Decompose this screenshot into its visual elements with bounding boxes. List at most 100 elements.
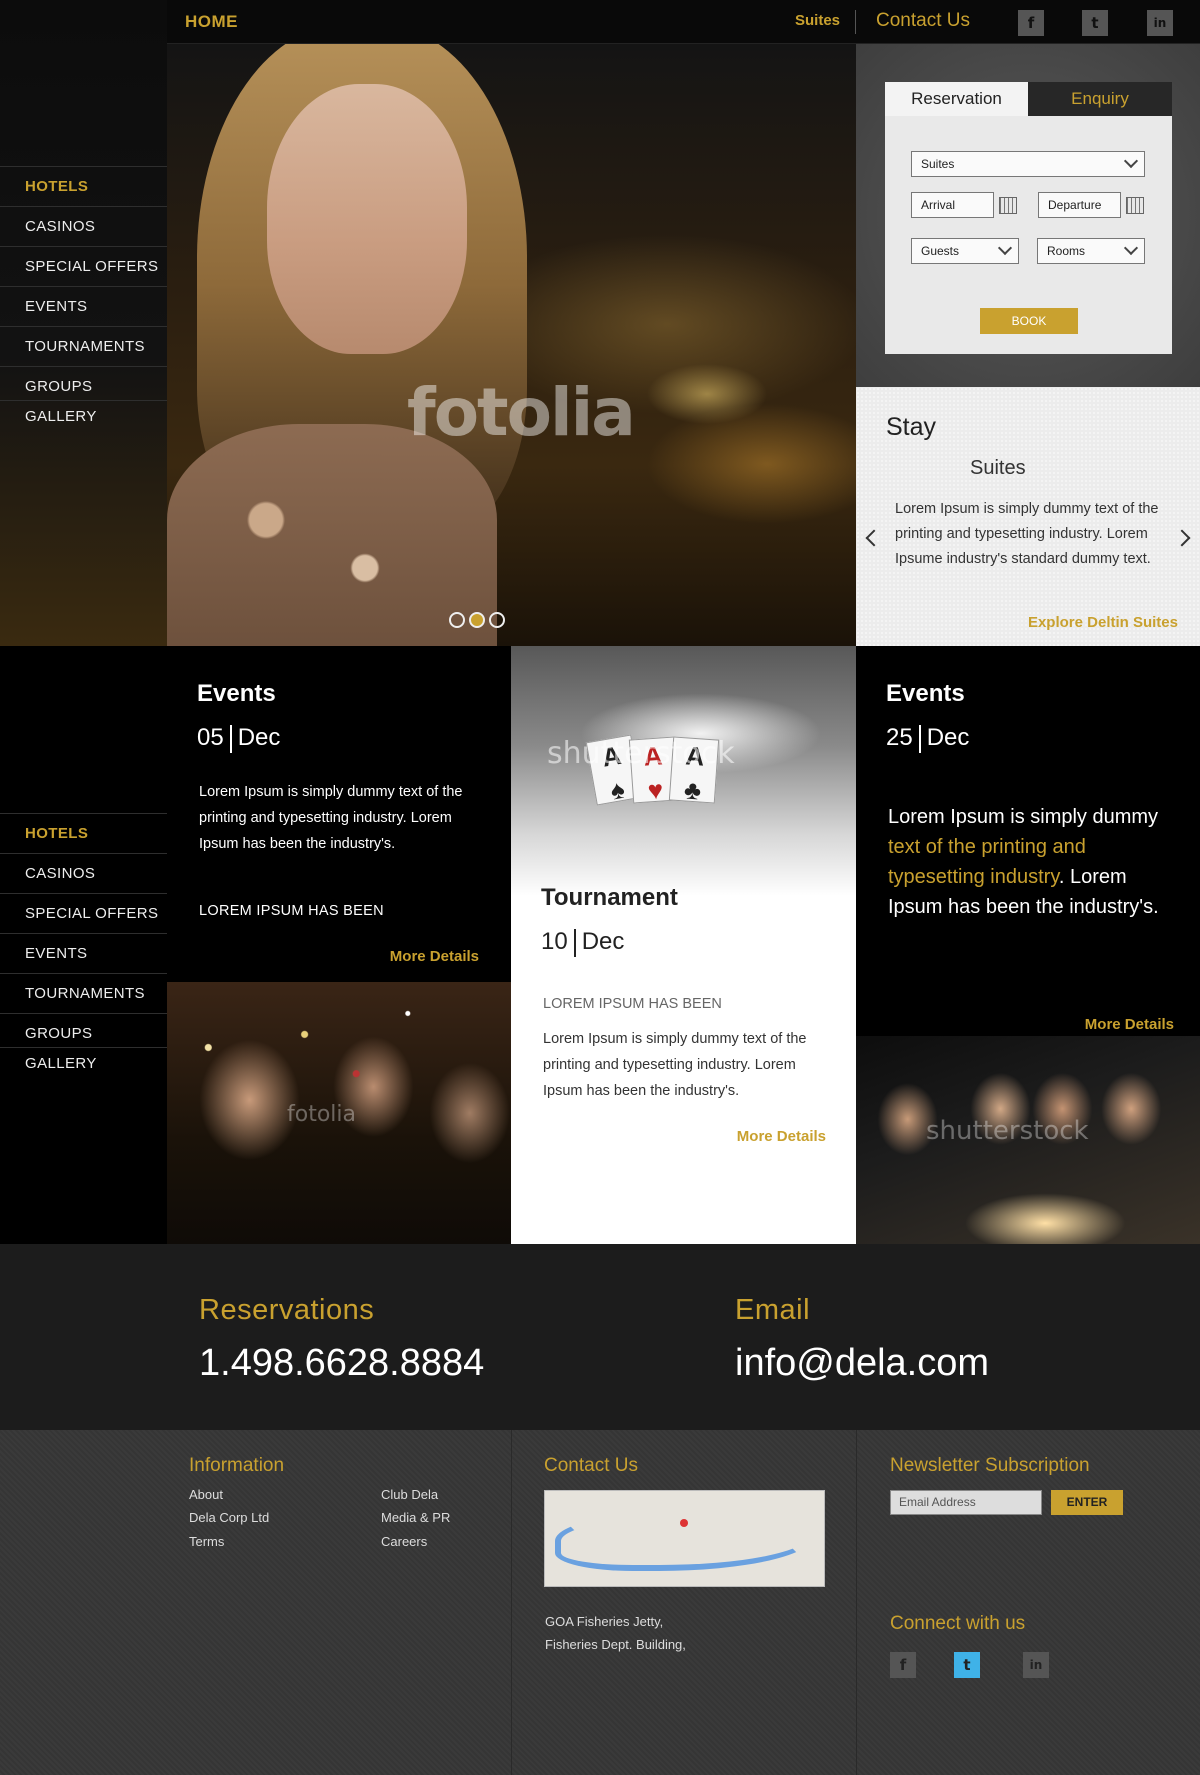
chevron-left-icon[interactable] [865, 529, 883, 547]
footer-link-about[interactable]: About [189, 1487, 223, 1502]
event-photo-campfire: shutterstock [856, 1036, 1200, 1244]
menu-item-hotels[interactable]: HOTELS [0, 166, 167, 206]
footer-link-careers[interactable]: Careers [381, 1534, 427, 1549]
menu-item-tournaments[interactable]: TOURNAMENTS [0, 973, 167, 1013]
menu-item-groups[interactable]: GROUPS [0, 366, 167, 400]
date-divider [573, 928, 576, 957]
tournament-photo-aces: A ♠ A ♥ A ♣ shutterstock [511, 646, 856, 896]
tournament-description: Lorem Ipsum is simply dummy text of the … [543, 1031, 807, 1099]
slider-dot-1[interactable] [449, 612, 465, 628]
facebook-icon[interactable]: f [1018, 10, 1044, 36]
rooms-select[interactable]: Rooms [1037, 238, 1145, 264]
event-description-part-a: Lorem Ipsum is simply dummy [888, 806, 1159, 828]
arrival-field[interactable]: Arrival [911, 192, 994, 218]
hero-slider: fotolia [167, 44, 856, 646]
menu-item-special-offers[interactable]: SPECIAL OFFERS [0, 893, 167, 933]
address-line-1: GOA Fisheries Jetty, [545, 1614, 664, 1629]
event-description-highlight: text of the printing and typesetting ind… [888, 836, 1086, 888]
menu-item-gallery[interactable]: GALLERY [0, 400, 167, 440]
more-details-link[interactable]: More Details [1085, 1016, 1174, 1033]
footer-link-media-pr[interactable]: Media & PR [381, 1510, 450, 1525]
footer-link-dela-corp[interactable]: Dela Corp Ltd [189, 1510, 269, 1525]
event-description: Lorem Ipsum is simply dummy text of the … [888, 802, 1178, 922]
email-address-link[interactable]: info@dela.com [735, 1342, 989, 1385]
date-divider [229, 724, 232, 753]
room-type-select[interactable]: Suites [911, 151, 1145, 177]
arrival-placeholder: Arrival [921, 198, 956, 212]
footer-link-club-dela[interactable]: Club Dela [381, 1487, 438, 1502]
tournament-card: A ♠ A ♥ A ♣ shutterstock Tournament 10 Dec L… [511, 646, 856, 1244]
explore-suites-link[interactable]: Explore Deltin Suites [1028, 614, 1178, 631]
tab-reservation[interactable]: Reservation [885, 82, 1028, 116]
more-details-link[interactable]: More Details [737, 1128, 826, 1145]
map-pin-icon [680, 1519, 688, 1527]
nav-home-link[interactable]: HOME [185, 12, 238, 32]
newsletter-enter-button[interactable]: ENTER [1051, 1490, 1123, 1515]
menu-item-gallery[interactable]: GALLERY [0, 1047, 167, 1087]
more-details-link[interactable]: More Details [390, 948, 479, 965]
photo-watermark: shutterstock [926, 1116, 1089, 1146]
event-description: Lorem Ipsum is simply dummy text of the … [199, 784, 463, 852]
stay-title: Stay [886, 413, 937, 441]
event-caps-heading: LOREM IPSUM HAS BEEN [199, 903, 384, 919]
nav-suites-link[interactable]: Suites [795, 12, 840, 29]
twitter-icon[interactable]: t [1082, 10, 1108, 36]
arrival-calendar-icon[interactable] [999, 197, 1017, 214]
email-label: Email [735, 1294, 811, 1326]
tab-enquiry[interactable]: Enquiry [1028, 82, 1172, 116]
guests-select[interactable]: Guests [911, 238, 1019, 264]
tournament-title: Tournament [541, 884, 678, 911]
event-day: 25 [886, 724, 913, 751]
secondary-menu: HOTELS CASINOS SPECIAL OFFERS EVENTS TOU… [0, 813, 167, 1087]
linkedin-icon[interactable]: in [1023, 1652, 1049, 1678]
date-divider [918, 724, 921, 753]
location-map[interactable] [544, 1490, 825, 1587]
menu-item-groups[interactable]: GROUPS [0, 1013, 167, 1047]
footer-divider [856, 1430, 857, 1775]
nav-contact-link[interactable]: Contact Us [876, 10, 970, 32]
menu-item-casinos[interactable]: CASINOS [0, 206, 167, 246]
menu-item-events[interactable]: EVENTS [0, 286, 167, 326]
address-line-2: Fisheries Dept. Building, [545, 1637, 686, 1652]
departure-calendar-icon[interactable] [1126, 197, 1144, 214]
menu-item-tournaments[interactable]: TOURNAMENTS [0, 326, 167, 366]
reservations-phone[interactable]: 1.498.6628.8884 [199, 1342, 484, 1385]
linkedin-icon[interactable]: in [1147, 10, 1173, 36]
reservation-panel: Reservation Enquiry Suites Arrival Depar… [856, 44, 1200, 387]
slider-dot-3[interactable] [489, 612, 505, 628]
menu-item-special-offers[interactable]: SPECIAL OFFERS [0, 246, 167, 286]
footer-link-terms[interactable]: Terms [189, 1534, 224, 1549]
hero-image-body [167, 424, 497, 646]
menu-item-hotels[interactable]: HOTELS [0, 813, 167, 853]
menu-item-events[interactable]: EVENTS [0, 933, 167, 973]
nav-separator [855, 10, 856, 34]
book-button[interactable]: BOOK [980, 308, 1078, 334]
tournament-caps-heading: LOREM IPSUM HAS BEEN [543, 996, 722, 1012]
chevron-right-icon[interactable] [1173, 529, 1191, 547]
slider-dot-2[interactable] [469, 612, 485, 628]
event-day: 10 [541, 928, 568, 955]
footer-contact-title: Contact Us [544, 1455, 638, 1476]
event-photo-casino-party: fotolia [167, 982, 511, 1244]
stay-subtitle: Suites [970, 457, 1026, 479]
event-title: Events [197, 680, 276, 707]
sidebar-bottom: HOTELS CASINOS SPECIAL OFFERS EVENTS TOU… [0, 646, 167, 1244]
hero-watermark: fotolia [407, 374, 636, 451]
hero-image-face [267, 84, 467, 354]
chevron-down-icon [997, 240, 1013, 256]
room-type-value: Suites [921, 157, 955, 171]
departure-field[interactable]: Departure [1038, 192, 1121, 218]
footer-divider [511, 1430, 512, 1775]
event-title: Events [886, 680, 965, 707]
event-day: 05 [197, 724, 224, 751]
event-date: 25 Dec [886, 724, 969, 753]
connect-title: Connect with us [890, 1613, 1026, 1634]
stay-description: Lorem Ipsum is simply dummy text of the … [895, 501, 1159, 567]
footer [0, 1430, 1200, 1775]
newsletter-email-input[interactable]: Email Address [890, 1490, 1042, 1515]
facebook-icon[interactable]: f [890, 1652, 916, 1678]
menu-item-casinos[interactable]: CASINOS [0, 853, 167, 893]
twitter-icon[interactable]: t [954, 1652, 980, 1678]
event-date: 05 Dec [197, 724, 280, 753]
top-navigation: HOME Suites Contact Us f t in [167, 0, 1200, 44]
